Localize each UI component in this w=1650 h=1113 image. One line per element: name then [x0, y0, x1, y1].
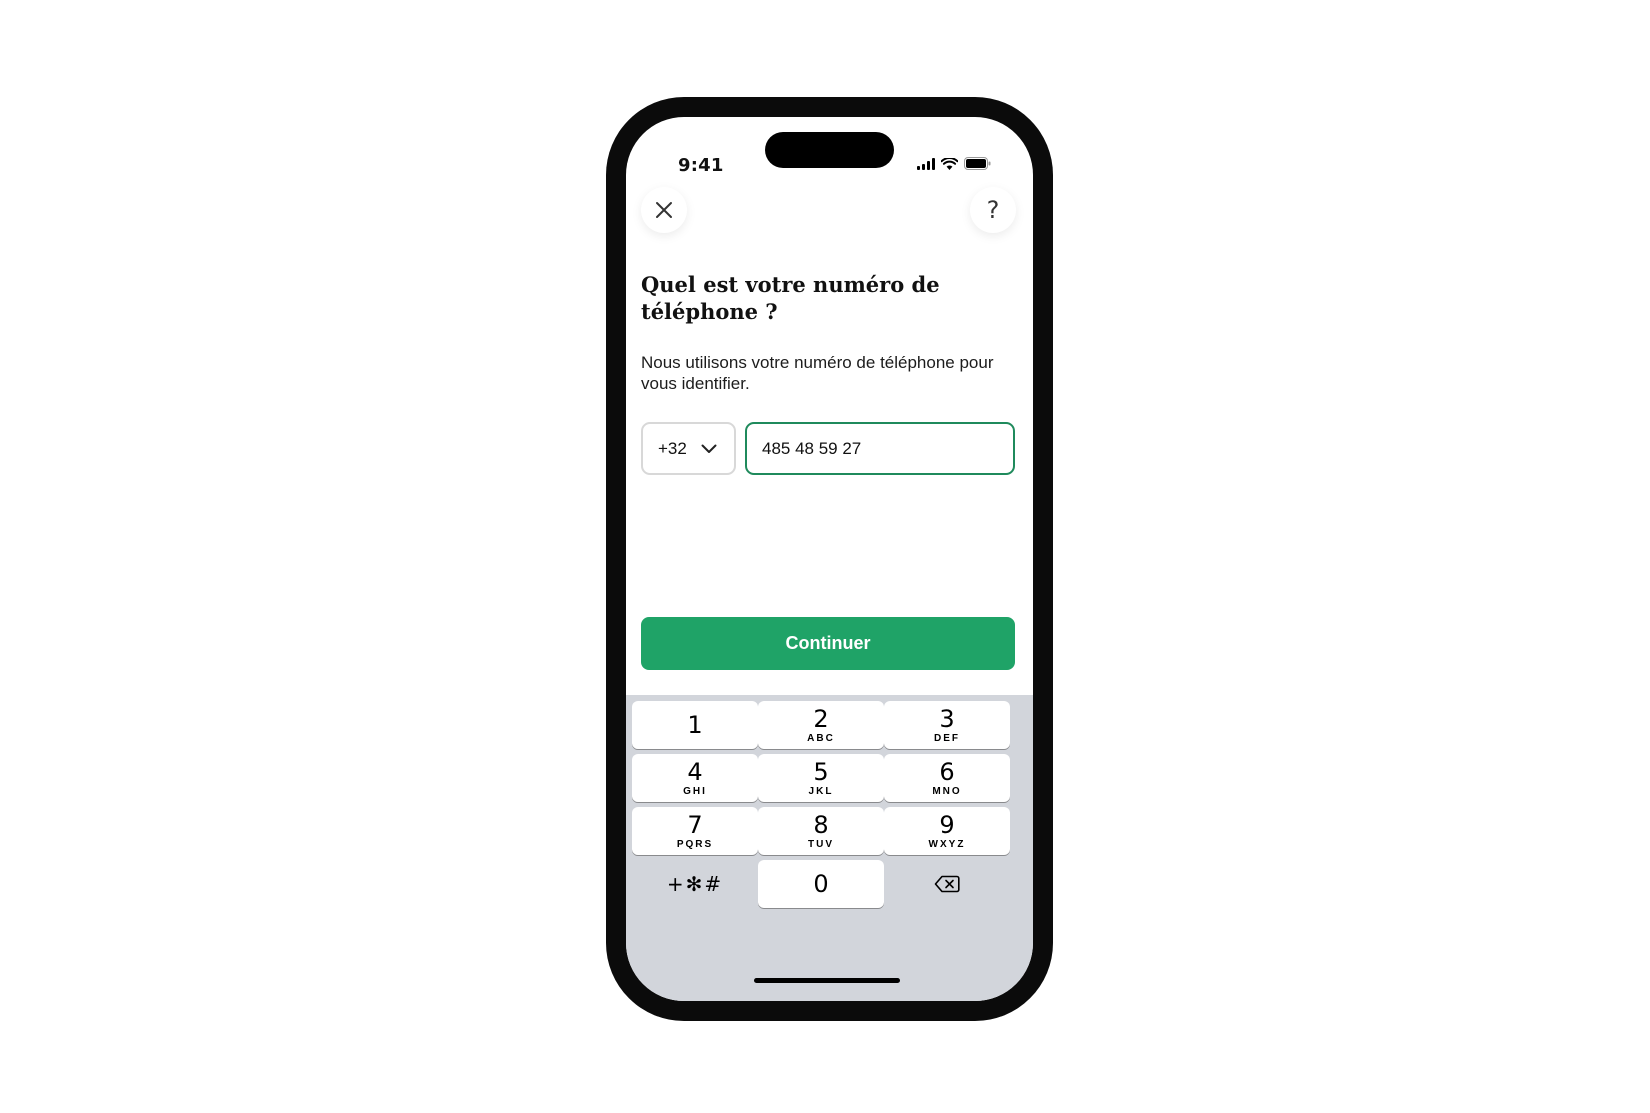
phone-number-input[interactable] — [745, 422, 1015, 475]
key-digit: 1 — [687, 711, 703, 739]
key-letters: PQRS — [676, 839, 714, 850]
dynamic-island — [765, 132, 894, 168]
key-2[interactable]: 2 ABC — [758, 701, 884, 749]
key-backspace[interactable] — [884, 860, 1010, 908]
key-8[interactable]: 8 TUV — [758, 807, 884, 855]
key-4[interactable]: 4 GHI — [632, 754, 758, 802]
key-6[interactable]: 6 MNO — [884, 754, 1010, 802]
key-5[interactable]: 5 JKL — [758, 754, 884, 802]
page-subtitle: Nous utilisons votre numéro de téléphone… — [641, 353, 994, 393]
key-letters: DEF — [934, 733, 960, 744]
country-code-select[interactable]: +32 — [641, 422, 736, 475]
key-1[interactable]: 1 — [632, 701, 758, 749]
backspace-icon — [934, 875, 960, 893]
battery-icon — [964, 157, 991, 170]
key-0[interactable]: 0 — [758, 860, 884, 908]
continue-button[interactable]: Continuer — [641, 617, 1015, 670]
numeric-keypad: 1 2 ABC 3 DEF 4 GHI 5 JKL 6 MNO 7 PQRS 8… — [626, 695, 1033, 1001]
status-icons — [917, 157, 991, 170]
key-digit: 2 — [813, 705, 829, 733]
key-digit: 5 — [813, 758, 829, 786]
key-digit: 8 — [813, 811, 829, 839]
key-digit: 7 — [687, 811, 703, 839]
close-button[interactable] — [641, 187, 687, 233]
phone-screen: 9:41 ? Quel est votre numéro de téléphon… — [626, 117, 1033, 1001]
key-digit: 3 — [939, 705, 955, 733]
key-letters: GHI — [683, 786, 707, 797]
key-letters: WXYZ — [928, 839, 966, 850]
status-time: 9:41 — [678, 155, 724, 176]
chevron-down-icon — [701, 444, 717, 453]
key-digit: 9 — [939, 811, 955, 839]
close-icon — [656, 202, 672, 218]
wifi-icon — [941, 157, 958, 170]
cellular-signal-icon — [917, 157, 935, 170]
home-indicator — [754, 978, 900, 983]
page-title: Quel est votre numéro de téléphone ? — [641, 272, 940, 324]
phone-frame: 9:41 ? Quel est votre numéro de téléphon… — [606, 97, 1053, 1021]
key-symbols[interactable]: +✻# — [632, 860, 758, 908]
key-letters: MNO — [932, 786, 962, 797]
country-code-value: +32 — [658, 438, 687, 458]
key-letters: TUV — [808, 839, 834, 850]
key-letters: JKL — [808, 786, 834, 797]
key-3[interactable]: 3 DEF — [884, 701, 1010, 749]
key-digit: 6 — [939, 758, 955, 786]
symbols-label: +✻# — [666, 872, 724, 896]
key-letters: ABC — [807, 733, 835, 744]
key-digit: 0 — [813, 870, 829, 898]
key-digit: 4 — [687, 758, 703, 786]
key-9[interactable]: 9 WXYZ — [884, 807, 1010, 855]
key-7[interactable]: 7 PQRS — [632, 807, 758, 855]
help-button[interactable]: ? — [970, 187, 1016, 233]
help-icon: ? — [986, 196, 1000, 224]
